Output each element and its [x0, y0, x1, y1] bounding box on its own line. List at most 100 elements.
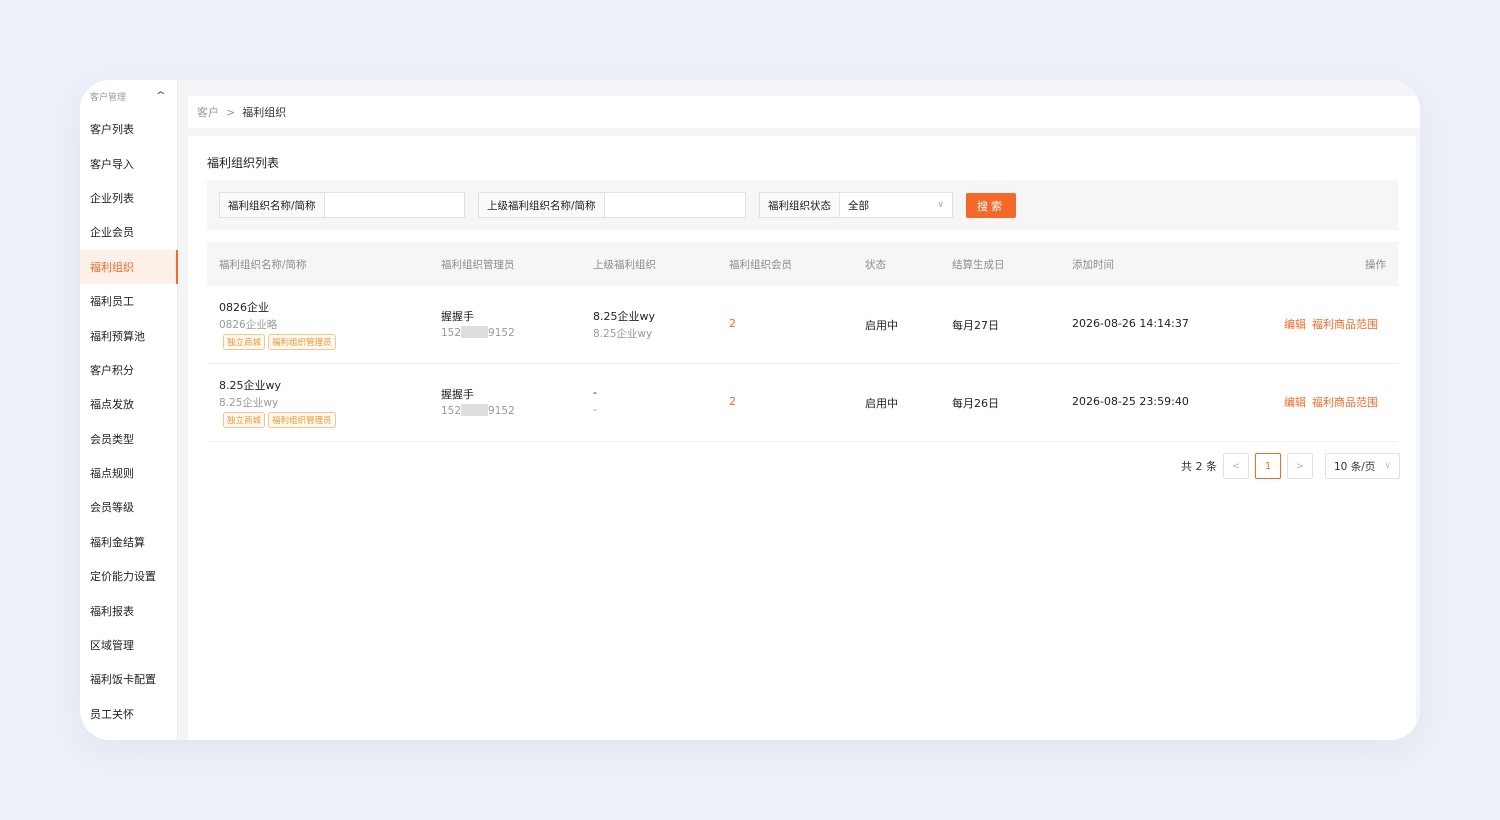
org-tags: 独立商城 福利组织管理员: [223, 412, 339, 428]
phone-prefix: 152: [441, 327, 462, 339]
filter-bar: 福利组织名称/简称 上级福利组织名称/简称 福利组织状态 全部 ∨ 搜索: [207, 180, 1398, 230]
content-panel: 福利组织列表 福利组织名称/简称 上级福利组织名称/简称 福利组织状态 全部 ∨…: [188, 136, 1416, 740]
row-actions: 编辑 福利商品范围: [1278, 316, 1378, 332]
sidebar-item[interactable]: 福利饭卡配置: [80, 662, 177, 696]
table-header: 福利组织名称/简称 福利组织管理员 上级福利组织 福利组织会员 状态 结算生成日…: [207, 242, 1398, 286]
sidebar-item[interactable]: 福点规则: [80, 456, 177, 490]
column-header: 操作: [1365, 259, 1386, 271]
admin-name: 握握手: [441, 310, 474, 323]
settle-day: 每月26日: [952, 397, 999, 410]
chevron-down-icon[interactable]: ∨: [937, 193, 952, 217]
breadcrumb-separator: >: [226, 105, 236, 119]
sidebar-item[interactable]: 会员类型: [80, 422, 177, 456]
column-header: 福利组织名称/简称: [219, 259, 307, 271]
settle-day: 每月27日: [952, 319, 999, 332]
added-time: 2026-08-25 23:59:40: [1072, 395, 1189, 408]
column-header: 福利组织会员: [729, 259, 792, 271]
breadcrumb-parent[interactable]: 客户: [197, 104, 219, 120]
phone-prefix: 152: [441, 405, 462, 417]
sidebar-item[interactable]: 客户积分: [80, 353, 177, 387]
product-scope-link[interactable]: 福利商品范围: [1312, 318, 1378, 331]
column-header: 状态: [865, 259, 886, 271]
breadcrumb-current: 福利组织: [242, 106, 287, 119]
member-count-link[interactable]: 2: [729, 395, 736, 408]
sidebar-item[interactable]: 员工关怀: [80, 697, 177, 731]
total-count: 共 2 条: [1181, 460, 1217, 473]
status-text: 启用中: [865, 397, 898, 410]
edit-link[interactable]: 编辑: [1284, 396, 1306, 409]
sidebar-item[interactable]: 客户列表: [80, 112, 177, 146]
added-time: 2026-08-26 14:14:37: [1072, 317, 1189, 330]
chevron-down-icon: ∨: [1384, 461, 1391, 471]
sidebar-item[interactable]: 定价能力设置: [80, 559, 177, 593]
pagination: 共 2 条 < 1 > 10 条/页 ∨: [1181, 453, 1400, 479]
parent-filter-input[interactable]: [605, 193, 745, 217]
sidebar-item[interactable]: 福利金结算: [80, 525, 177, 559]
tag-badge: 独立商城: [223, 334, 266, 350]
org-table: 福利组织名称/简称 福利组织管理员 上级福利组织 福利组织会员 状态 结算生成日…: [207, 242, 1398, 442]
tag-badge: 福利组织管理员: [268, 412, 336, 428]
search-button[interactable]: 搜索: [966, 193, 1016, 218]
column-header: 结算生成日: [952, 259, 1005, 271]
chevron-up-icon[interactable]: ^: [156, 91, 166, 101]
sidebar-item[interactable]: 福利报表: [80, 593, 177, 627]
admin-name: 握握手: [441, 388, 474, 401]
phone-mask: [461, 326, 489, 338]
column-header: 添加时间: [1072, 259, 1114, 271]
admin-phone: 152 9152: [441, 326, 515, 339]
org-tags: 独立商城 福利组织管理员: [223, 334, 339, 350]
parent-org-short: -: [593, 404, 597, 416]
phone-suffix: 9152: [488, 327, 515, 339]
org-name: 8.25企业wy: [219, 379, 281, 392]
status-filter-label: 福利组织状态: [760, 193, 840, 217]
name-filter-label: 福利组织名称/简称: [220, 193, 325, 217]
sidebar-item[interactable]: 会员等级: [80, 490, 177, 524]
parent-org: 8.25企业wy: [593, 310, 655, 323]
parent-filter-label: 上级福利组织名称/简称: [479, 193, 605, 217]
sidebar-group-title: 客户管理: [90, 92, 127, 103]
sidebar-item[interactable]: 区域管理: [80, 628, 177, 662]
sidebar-menu: 客户列表 客户导入 企业列表 企业会员 福利组织 福利员工 福利预算池 客户积分 福点发放 会员类…: [80, 112, 178, 731]
app-window: 客户管理 ^ 客户列表 客户导入 企业列表 企业会员 福利组织 福利员工 福利预算池 客户积分…: [80, 80, 1420, 740]
next-page-button[interactable]: >: [1287, 453, 1313, 479]
admin-phone: 152 9152: [441, 404, 515, 417]
member-count-link[interactable]: 2: [729, 317, 736, 330]
prev-page-button[interactable]: <: [1223, 453, 1249, 479]
parent-org-short: 8.25企业wy: [593, 328, 653, 340]
org-short-name: 8.25企业wy: [219, 397, 279, 409]
parent-org: -: [593, 386, 597, 399]
sidebar-item[interactable]: 福利员工: [80, 284, 177, 318]
page-size-select[interactable]: 10 条/页 ∨: [1325, 453, 1400, 479]
breadcrumb: 客户 > 福利组织: [188, 96, 1420, 128]
org-name: 0826企业: [219, 301, 269, 314]
sidebar-item[interactable]: 企业会员: [80, 215, 177, 249]
page-button-current[interactable]: 1: [1255, 453, 1281, 479]
sidebar-item[interactable]: 客户导入: [80, 146, 177, 180]
page-title: 福利组织列表: [207, 156, 280, 170]
phone-suffix: 9152: [488, 405, 515, 417]
parent-filter-field: 上级福利组织名称/简称: [478, 192, 746, 218]
sidebar-group-header[interactable]: 客户管理 ^: [80, 80, 177, 112]
product-scope-link[interactable]: 福利商品范围: [1312, 396, 1378, 409]
sidebar-item[interactable]: 福点发放: [80, 387, 177, 421]
phone-mask: [461, 404, 489, 416]
edit-link[interactable]: 编辑: [1284, 318, 1306, 331]
name-filter-field: 福利组织名称/简称: [219, 192, 465, 218]
row-actions: 编辑 福利商品范围: [1278, 394, 1378, 410]
sidebar-item[interactable]: 福利组织: [80, 249, 178, 285]
tag-badge: 福利组织管理员: [268, 334, 336, 350]
column-header: 上级福利组织: [593, 259, 656, 271]
org-short-name: 0826企业略: [219, 319, 278, 331]
sidebar-item[interactable]: 福利预算池: [80, 318, 177, 352]
page-size-label: 10 条/页: [1334, 460, 1376, 473]
status-text: 启用中: [865, 319, 898, 332]
sidebar: 客户管理 ^ 客户列表 客户导入 企业列表 企业会员 福利组织 福利员工 福利预算池 客户积分…: [80, 80, 178, 740]
table-row: 8.25企业wy 8.25企业wy 独立商城 福利组织管理员 握握手 152 915…: [207, 364, 1398, 442]
name-filter-input[interactable]: [325, 193, 464, 217]
tag-badge: 独立商城: [223, 412, 266, 428]
main-area: 客户 > 福利组织 福利组织列表 福利组织名称/简称 上级福利组织名称/简称 福…: [178, 80, 1420, 740]
column-header: 福利组织管理员: [441, 259, 515, 271]
table-row: 0826企业 0826企业略 独立商城 福利组织管理员 握握手 152 9152 8…: [207, 286, 1398, 364]
status-select[interactable]: 全部: [840, 193, 937, 217]
sidebar-item[interactable]: 企业列表: [80, 181, 177, 215]
